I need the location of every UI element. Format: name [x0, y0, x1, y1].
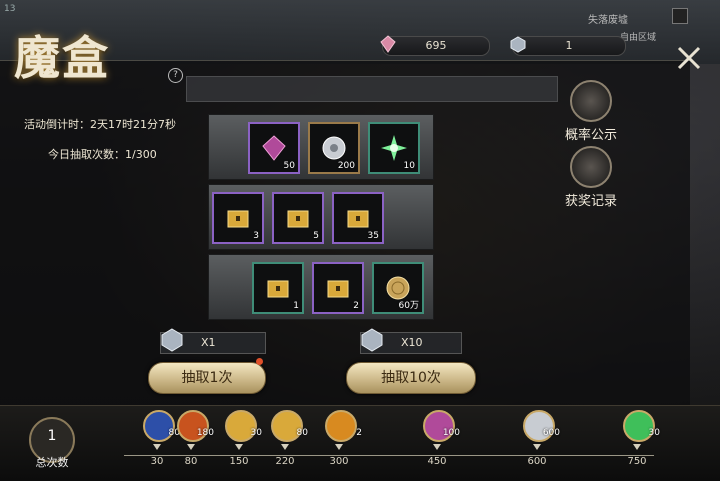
reward-slot[interactable]: 200	[308, 122, 360, 174]
countdown-text: 活动倒计时：2天17时21分7秒	[24, 118, 176, 131]
reward-slot[interactable]: 2	[312, 262, 364, 314]
reward-count: 35	[367, 231, 379, 241]
reward-count: 2	[353, 301, 359, 311]
help-icon[interactable]: ?	[168, 68, 183, 83]
milestone-threshold: 300	[329, 456, 349, 467]
reward-slot[interactable]: 35	[332, 192, 384, 244]
reward-count: 1	[293, 301, 299, 311]
milestone-marker	[187, 444, 195, 450]
milestone-node[interactable]: 30 750	[620, 410, 660, 470]
ten-pull-cost-value: X10	[401, 336, 423, 349]
amber-gem-icon	[325, 410, 357, 442]
milestone-marker	[335, 444, 343, 450]
reward-slot[interactable]: 50	[248, 122, 300, 174]
reward-slot[interactable]: 5	[272, 192, 324, 244]
reward-count: 200	[337, 161, 355, 171]
reward-record-button[interactable]: 获奖记录	[562, 146, 620, 209]
gold-chest-icon	[227, 210, 249, 228]
milestone-bar	[0, 405, 720, 481]
gift-box-icon	[570, 146, 612, 188]
milestone-node[interactable]: 100 450	[420, 410, 460, 470]
milestone-marker	[433, 444, 441, 450]
currency-cube-value: 1	[565, 39, 573, 52]
purple-pink-gem-icon	[262, 135, 286, 161]
reward-slot[interactable]: 10	[368, 122, 420, 174]
total-draws: 1 总次数	[22, 414, 82, 474]
green-burst-icon	[381, 135, 407, 161]
milestone-count: 2	[356, 428, 362, 438]
ten-pull-cost: X10	[360, 328, 462, 354]
single-pull-cost-value: X1	[201, 336, 216, 349]
milestone-marker	[533, 444, 541, 450]
page-title: 魔盒	[14, 31, 110, 85]
currency-crystal-value: 695	[425, 39, 447, 52]
reward-count: 10	[403, 161, 415, 171]
milestone-threshold: 220	[275, 456, 295, 467]
reward-count: 5	[313, 231, 319, 241]
milestone-threshold: 450	[427, 456, 447, 467]
daily-draws-text: 今日抽取次数：1/300	[48, 148, 157, 161]
silver-cube-icon	[161, 328, 183, 352]
milestone-count: 30	[250, 428, 262, 438]
milestone-count: 600	[542, 428, 560, 438]
reward-record-label: 获奖记录	[564, 194, 617, 209]
cube-row-middle: 3 5 35	[208, 184, 434, 250]
milestone-marker	[633, 444, 641, 450]
milestone-marker	[281, 444, 289, 450]
gold-chest-icon	[287, 210, 309, 228]
milestone-threshold: 600	[527, 456, 547, 467]
total-draws-value: 1	[47, 428, 57, 444]
milestone-threshold: 150	[229, 456, 249, 467]
milestone-node[interactable]: 80 220	[268, 410, 308, 470]
reward-slot[interactable]: 3	[212, 192, 264, 244]
reward-count: 3	[253, 231, 259, 241]
milestone-marker	[235, 444, 243, 450]
reward-count: 50	[283, 161, 295, 171]
probability-label: 概率公示	[564, 128, 617, 143]
milestone-count: 30	[648, 428, 660, 438]
currency-cube: 1	[510, 36, 626, 56]
single-pull-cost: X1	[160, 328, 266, 354]
close-icon[interactable]	[675, 44, 703, 72]
reward-slot[interactable]: 1	[252, 262, 304, 314]
map-toggle-button[interactable]	[672, 8, 688, 24]
draw-once-button[interactable]: 抽取1次	[148, 362, 266, 394]
reward-cube: 50 200 10 3 5 35 1 2 60万	[208, 114, 434, 322]
gold-chest-icon	[267, 280, 289, 298]
silver-cylinder-icon	[322, 136, 346, 160]
reward-slot[interactable]: 60万	[372, 262, 424, 314]
draw-ten-button[interactable]: 抽取10次	[346, 362, 476, 394]
milestone-node[interactable]: 180 80	[174, 410, 214, 470]
milestone-marker	[153, 444, 161, 450]
map-name: 失落废墟	[588, 15, 628, 26]
cube-row-top: 50 200 10	[208, 114, 434, 180]
corner-number: 13	[4, 4, 16, 14]
probability-button[interactable]: 概率公示	[562, 80, 620, 143]
notification-dot	[256, 358, 263, 365]
milestone-count: 100	[442, 428, 460, 438]
gold-chest-icon	[327, 280, 349, 298]
milestone-node[interactable]: 30 150	[222, 410, 262, 470]
milestone-count: 80	[296, 428, 308, 438]
milestone-node[interactable]: 2 300	[322, 410, 362, 470]
book-icon	[570, 80, 612, 122]
milestone-node[interactable]: 600 600	[520, 410, 560, 470]
silver-cube-icon	[361, 328, 383, 352]
milestone-threshold: 80	[184, 456, 198, 467]
cube-row-bottom: 1 2 60万	[208, 254, 434, 320]
milestone-threshold: 750	[627, 456, 647, 467]
gold-chest-icon	[347, 210, 369, 228]
title-bar	[186, 76, 558, 102]
total-draws-label: 总次数	[35, 456, 69, 469]
currency-crystal: 695	[380, 35, 490, 56]
reward-count: 60万	[398, 301, 419, 311]
milestone-count: 180	[196, 428, 214, 438]
